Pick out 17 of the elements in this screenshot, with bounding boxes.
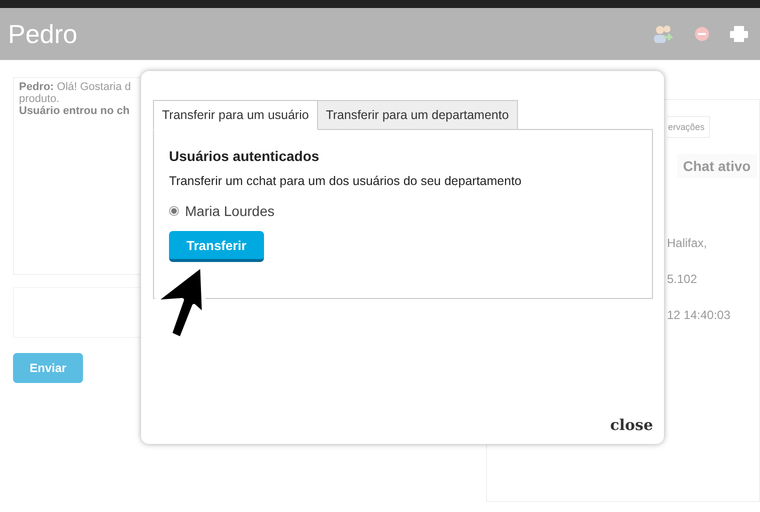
radio-button[interactable] [169, 206, 179, 216]
system-message: Usuário entrou no ch [19, 105, 130, 117]
stop-icon[interactable] [694, 26, 710, 42]
dialog-tab[interactable]: Transferir para um departamento [316, 100, 518, 130]
dialog-tab[interactable]: Transferir para um usuário [153, 100, 318, 130]
user-name[interactable]: Maria Lourdes [185, 203, 274, 219]
description-text: Transferir um cchat para um dos usuários do seu departamento [169, 174, 522, 188]
close-link[interactable]: close [610, 416, 653, 434]
section-heading: Usuários autenticados [169, 148, 320, 164]
chat-message: Pedro: Olá! Gostaria d produto. [19, 81, 131, 105]
printer-icon[interactable] [730, 26, 748, 42]
info-text: 5.102 [667, 272, 698, 286]
page-title: Pedro [8, 18, 78, 50]
info-text: Halifax, [667, 236, 708, 250]
users-icon[interactable] [652, 24, 674, 44]
chat-status-badge: Chat ativo [677, 154, 757, 178]
info-text: 12 14:40:03 [667, 308, 730, 322]
